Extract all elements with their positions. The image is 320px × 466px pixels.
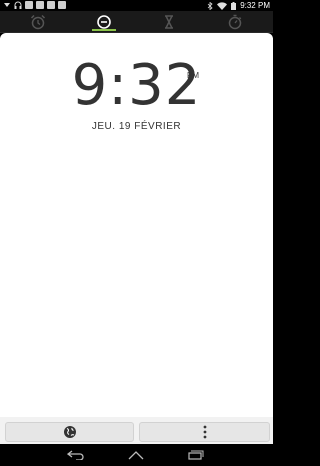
cities-button[interactable] [5,422,134,442]
back-icon [67,450,84,460]
app-notification-icon [25,1,33,9]
overflow-menu-button[interactable] [139,422,270,442]
clock-date: JEU. 19 FÉVRIER [91,121,182,132]
stopwatch-icon [228,14,242,29]
back-button[interactable] [64,448,88,462]
alarm-icon [30,14,46,29]
hourglass-icon [165,14,173,29]
more-vert-icon [203,425,206,439]
home-button[interactable] [124,448,148,462]
app-notification-icon-2 [47,1,55,9]
headphones-icon [14,1,22,9]
recents-button[interactable] [183,448,207,462]
notification-icons [3,1,66,9]
recents-icon [188,450,204,460]
clock-icon [97,14,111,29]
tab-bar [0,11,273,33]
tab-clock[interactable] [84,11,124,32]
digital-clock: 9:32 [0,57,273,115]
app-notification-icon-3 [58,1,66,9]
clock-time: 9:32 [71,53,202,118]
tab-stopwatch[interactable] [215,11,255,32]
battery-icon [231,1,237,10]
bluetooth-icon [207,1,213,10]
image-notification-icon [36,1,44,9]
tab-alarm[interactable] [18,11,58,32]
world-icon [63,426,76,438]
home-icon [128,451,144,460]
bottom-action-bar [0,417,273,444]
tab-selected-indicator [92,29,116,31]
status-bar: 9:32 PM [0,0,273,11]
clock-panel: 9:32 PM JEU. 19 FÉVRIER [0,33,273,417]
tab-timer[interactable] [149,11,189,32]
clock-ampm: PM [187,71,199,80]
navigation-bar [0,444,273,466]
download-icon [4,3,10,7]
system-icons: 9:32 PM [207,0,270,11]
wifi-icon [217,1,228,10]
status-time: 9:32 PM [240,1,270,10]
